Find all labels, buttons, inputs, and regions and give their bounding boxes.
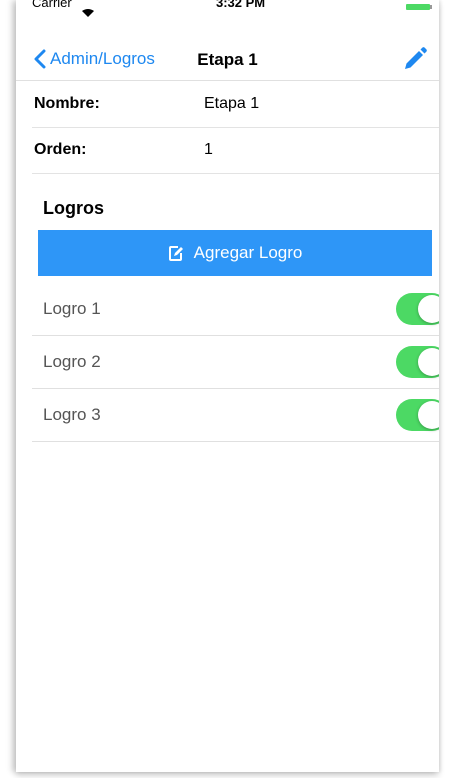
logro-label: Logro 2 [43,352,101,371]
toggle-knob [418,401,439,429]
add-logro-button[interactable]: Agregar Logro [38,230,432,276]
logro-label: Logro 1 [43,299,101,318]
list-item: Logro 2 [32,335,439,389]
section-title: Logros [43,198,104,218]
battery-icon [406,4,430,10]
phone-screen: Carrier 3:32 PM Admin/Logros Etapa 1 Nom… [16,0,439,772]
pencil-icon[interactable] [402,46,428,72]
nav-bar: Admin/Logros Etapa 1 [16,40,439,81]
field-label: Orden: [34,141,87,158]
toggle-knob [418,348,439,376]
status-time: 3:32 PM [216,0,266,10]
wifi-icon [82,4,94,22]
edit-square-icon [168,245,183,261]
logro-toggle[interactable] [396,399,439,431]
field-value: Etapa 1 [204,95,260,112]
page-title: Etapa 1 [197,50,258,69]
logro-toggle[interactable] [396,293,439,325]
field-row-orden: Orden: 1 [32,128,439,174]
toggle-knob [418,295,439,323]
list-item: Logro 1 [32,282,439,336]
field-label: Nombre: [34,95,100,112]
carrier-label: Carrier [32,0,72,10]
logro-label: Logro 3 [43,405,101,424]
field-row-nombre: Nombre: Etapa 1 [32,82,439,128]
field-value: 1 [204,141,213,158]
status-bar: Carrier 3:32 PM [16,0,439,28]
list-item: Logro 3 [32,388,439,442]
add-logro-label: Agregar Logro [193,243,303,262]
logro-toggle[interactable] [396,346,439,378]
battery-tip [430,5,432,9]
